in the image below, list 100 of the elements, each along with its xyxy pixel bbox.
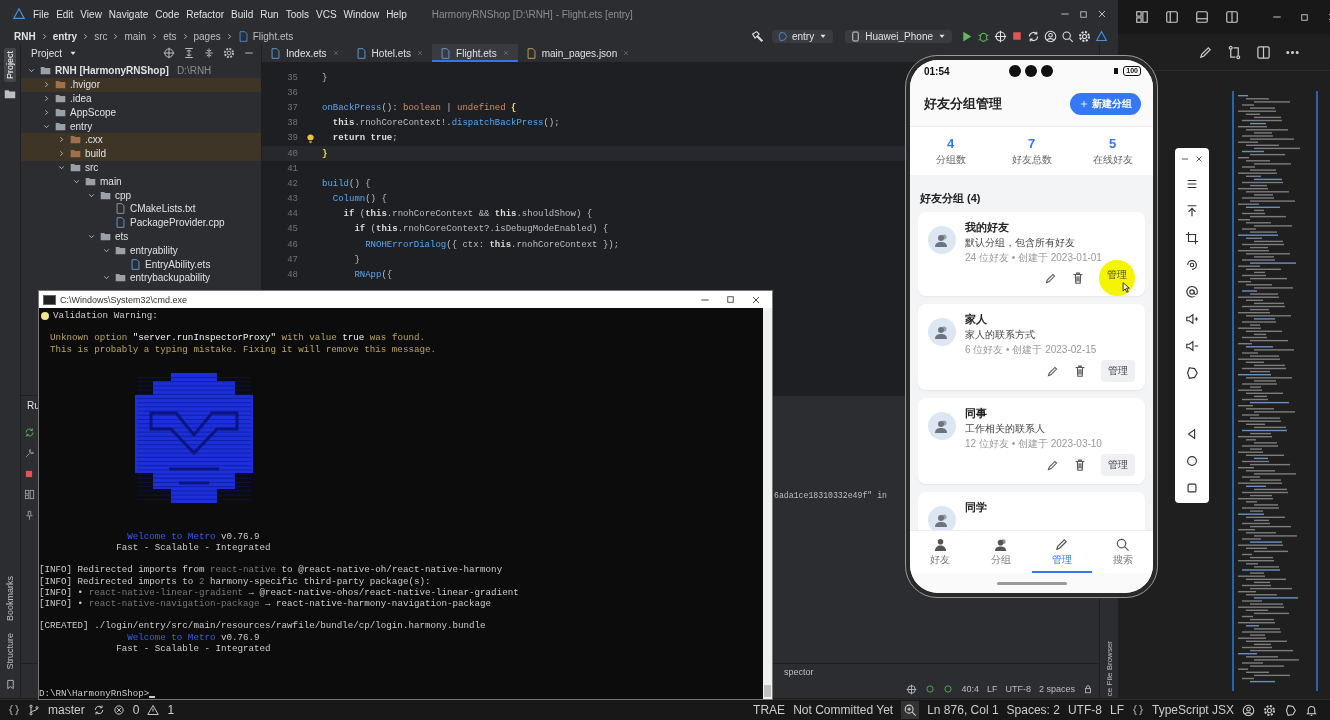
notification-icon[interactable]: [1305, 703, 1318, 717]
expand-all-icon[interactable]: [183, 47, 195, 59]
panel-icon[interactable]: [1165, 10, 1179, 24]
tree-item[interactable]: EntryAbility.ets: [21, 257, 261, 271]
bookmark-icon[interactable]: [4, 679, 16, 690]
tree-item[interactable]: AppScope: [21, 105, 261, 120]
group-card[interactable]: 我的好友 默认分组，包含所有好友 24 位好友 • 创建于 2023-01-01 管理: [918, 212, 1145, 296]
zoom-icon[interactable]: [901, 701, 920, 719]
breadcrumb-item[interactable]: main: [124, 30, 147, 42]
inspect-icon[interactable]: [906, 683, 918, 695]
branch-icon[interactable]: [28, 704, 40, 716]
status-item[interactable]: 2 spaces: [1038, 684, 1075, 694]
tab-bar-item[interactable]: 分组: [970, 531, 1032, 573]
menu-item[interactable]: Help: [386, 8, 407, 20]
extension-icon[interactable]: [1284, 703, 1297, 717]
edit-icon[interactable]: [1046, 458, 1059, 472]
scrollbar[interactable]: [763, 308, 772, 699]
status-item[interactable]: Not Committed Yet: [793, 703, 894, 717]
panel-icon[interactable]: [1195, 10, 1209, 24]
status-item[interactable]: Ln 876, Col 1: [927, 703, 999, 717]
crop-icon[interactable]: [1185, 231, 1199, 245]
menu-item[interactable]: View: [80, 8, 102, 20]
compare-icon[interactable]: [1227, 44, 1242, 60]
chevron-icon[interactable]: [57, 135, 66, 145]
lightbulb-icon[interactable]: [304, 132, 316, 144]
tree-item[interactable]: PackageProvider.cpp: [21, 215, 261, 230]
maximize-icon[interactable]: [725, 294, 736, 305]
trash-icon[interactable]: [1073, 458, 1087, 472]
side-tab[interactable]: ce File Browser: [1104, 640, 1114, 696]
pencil-icon[interactable]: [1198, 44, 1213, 60]
chevron-icon[interactable]: [57, 149, 66, 159]
close-icon[interactable]: [1096, 8, 1108, 20]
chevron-icon[interactable]: [42, 80, 51, 90]
side-tab[interactable]: Bookmarks: [4, 573, 16, 625]
menu-item[interactable]: Edit: [56, 8, 74, 20]
breadcrumb-item[interactable]: src: [94, 30, 108, 42]
maximize-icon[interactable]: [1078, 8, 1089, 20]
tab-bar-item[interactable]: 好友: [910, 531, 971, 573]
status-item[interactable]: LF: [1109, 703, 1124, 717]
panel-icon[interactable]: [1225, 10, 1239, 24]
manage-button[interactable]: 管理: [1101, 360, 1135, 382]
menu-item[interactable]: Window: [343, 8, 380, 20]
side-tab[interactable]: Structure: [4, 630, 16, 673]
device-dropdown[interactable]: Huawei_Phone: [845, 29, 952, 43]
breadcrumb-item[interactable]: ets: [163, 30, 177, 42]
status-item[interactable]: UTF-8: [1067, 703, 1102, 717]
chevron-icon[interactable]: [42, 94, 51, 103]
settings-icon[interactable]: [1078, 29, 1091, 43]
folder-icon[interactable]: [4, 88, 16, 100]
tree-item[interactable]: cpp: [21, 188, 261, 202]
status-item[interactable]: 40:4: [961, 684, 979, 694]
wrench-icon[interactable]: [23, 448, 35, 459]
breadcrumb-item[interactable]: Flight.ets: [252, 30, 294, 42]
braces-icon[interactable]: [1131, 704, 1144, 716]
home-indicator[interactable]: [996, 581, 1067, 585]
error-count[interactable]: 0: [132, 703, 140, 717]
breadcrumb-item[interactable]: pages: [193, 30, 221, 42]
stop-icon[interactable]: [24, 469, 34, 479]
search-icon[interactable]: [1061, 29, 1074, 43]
status-item[interactable]: LF: [986, 684, 998, 694]
group-card[interactable]: 家人 家人的联系方式 6 位好友 • 创建于 2023-02-15 管理: [918, 304, 1145, 390]
layout-icon[interactable]: [1135, 10, 1149, 24]
attach-icon[interactable]: [994, 29, 1007, 43]
menu-item[interactable]: Code: [155, 8, 180, 20]
editor-tab[interactable]: Index.ets: [262, 44, 348, 62]
menu-icon[interactable]: [1185, 177, 1199, 191]
status-item[interactable]: TypeScript JSX: [1151, 703, 1234, 717]
pin-to-top-icon[interactable]: [1185, 204, 1199, 218]
chevron-icon[interactable]: [42, 107, 51, 117]
tree-item[interactable]: .hvigor: [21, 77, 261, 92]
remote-icon[interactable]: [8, 704, 20, 716]
tree-item[interactable]: .cxx: [21, 133, 261, 147]
new-group-button[interactable]: 新建分组: [1070, 93, 1141, 115]
hammer-icon[interactable]: [750, 29, 764, 43]
account-icon[interactable]: [1044, 29, 1057, 43]
volume-down-icon[interactable]: [1185, 339, 1199, 353]
run-config-dropdown[interactable]: entry: [771, 29, 834, 43]
trash-icon[interactable]: [1073, 364, 1087, 378]
menu-item[interactable]: Run: [260, 8, 279, 20]
trash-icon[interactable]: [1071, 271, 1085, 285]
menu-item[interactable]: Navigate: [108, 8, 149, 20]
tree-item[interactable]: src: [21, 160, 261, 175]
tree-item[interactable]: ets: [21, 229, 261, 244]
collapse-all-icon[interactable]: [203, 47, 215, 59]
editor-tab[interactable]: Flight.ets: [432, 44, 518, 62]
fold-icon[interactable]: [1185, 366, 1199, 380]
breadcrumb-item[interactable]: RNH: [14, 30, 36, 42]
side-tab[interactable]: Project: [4, 48, 16, 82]
menu-item[interactable]: Build: [231, 8, 254, 20]
editor-tab[interactable]: main_pages.json: [517, 44, 639, 62]
settings-icon[interactable]: [223, 47, 235, 59]
manage-button[interactable]: 管理: [1099, 260, 1135, 296]
screenshot-icon[interactable]: [1185, 285, 1199, 299]
manage-button[interactable]: 管理: [1101, 454, 1135, 476]
menu-item[interactable]: Tools: [285, 8, 309, 20]
branch-name[interactable]: master: [48, 703, 85, 717]
tab-bar-item[interactable]: 搜索: [1092, 531, 1153, 573]
status-item[interactable]: Spaces: 2: [1006, 703, 1060, 717]
account-icon[interactable]: [1242, 703, 1255, 717]
tree-item[interactable]: main: [21, 174, 261, 189]
